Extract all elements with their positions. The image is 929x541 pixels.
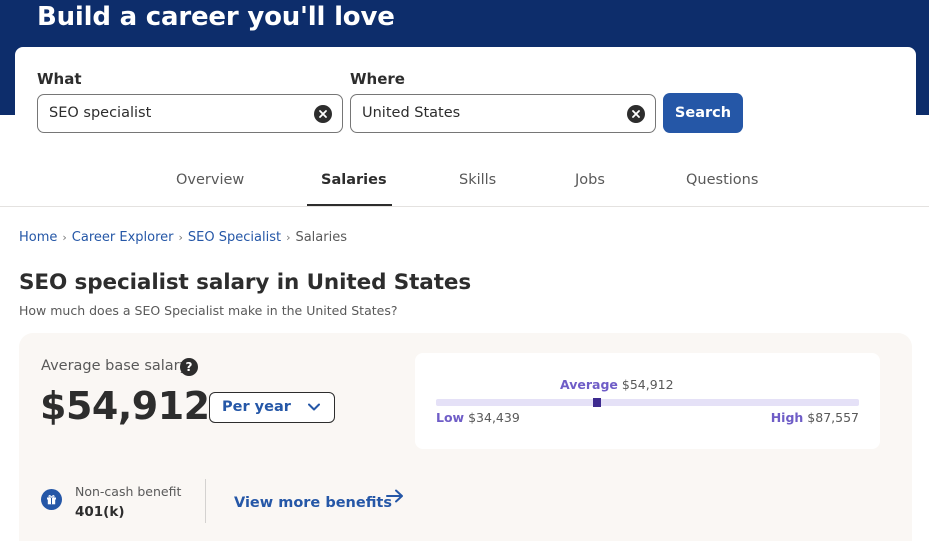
range-high-label: High $87,557 bbox=[771, 410, 859, 425]
what-label: What bbox=[37, 70, 82, 88]
breadcrumb-seo-specialist[interactable]: SEO Specialist bbox=[188, 230, 281, 245]
gift-icon bbox=[41, 489, 62, 510]
range-average-title: Average bbox=[560, 377, 618, 392]
breadcrumb-current: Salaries bbox=[295, 230, 347, 245]
salary-range-track bbox=[436, 398, 859, 407]
question-circle-icon[interactable]: ? bbox=[180, 358, 198, 376]
search-button[interactable]: Search bbox=[663, 93, 743, 133]
salary-panel: Average base salary ? $54,912 Per year A… bbox=[19, 333, 912, 541]
what-input[interactable]: SEO specialist bbox=[37, 94, 343, 133]
page-subtitle: How much does a SEO Specialist make in t… bbox=[19, 303, 398, 318]
tab-bar: Overview Salaries Skills Jobs Questions bbox=[0, 160, 929, 207]
where-input-value: United States bbox=[362, 105, 461, 121]
range-average-label: Average $54,912 bbox=[560, 377, 674, 392]
active-tab-indicator bbox=[307, 204, 392, 206]
range-low-title: Low bbox=[436, 410, 465, 425]
range-average-amount: $54,912 bbox=[621, 377, 674, 392]
tab-overview[interactable]: Overview bbox=[176, 172, 244, 188]
range-high-amount: $87,557 bbox=[807, 410, 859, 425]
range-low-label: Low $34,439 bbox=[436, 410, 520, 425]
range-high-title: High bbox=[770, 410, 804, 425]
breadcrumb: Home › Career Explorer › SEO Specialist › Sala… bbox=[19, 230, 347, 245]
breadcrumb-separator-icon: › bbox=[62, 231, 67, 244]
pay-period-value: Per year bbox=[222, 399, 291, 415]
view-more-benefits-link[interactable]: View more benefits bbox=[234, 495, 392, 511]
tab-jobs[interactable]: Jobs bbox=[575, 172, 605, 188]
breadcrumb-home[interactable]: Home bbox=[19, 230, 57, 245]
what-input-value: SEO specialist bbox=[49, 105, 152, 121]
clear-what-icon[interactable] bbox=[314, 105, 332, 123]
average-salary-value: $54,912 bbox=[40, 384, 210, 428]
breadcrumb-separator-icon: › bbox=[286, 231, 291, 244]
tab-skills[interactable]: Skills bbox=[459, 172, 496, 188]
range-low-amount: $34,439 bbox=[468, 410, 520, 425]
chevron-down-icon bbox=[308, 403, 320, 411]
hero-title: Build a career you'll love bbox=[37, 2, 395, 32]
average-marker bbox=[592, 398, 601, 407]
benefit-divider bbox=[205, 479, 206, 523]
benefit-value: 401(k) bbox=[75, 504, 125, 520]
benefit-label: Non-cash benefit bbox=[75, 484, 182, 499]
where-input[interactable]: United States bbox=[350, 94, 656, 133]
clear-where-icon[interactable] bbox=[627, 105, 645, 123]
average-salary-label: Average base salary bbox=[41, 358, 189, 374]
pay-period-select[interactable]: Per year bbox=[209, 392, 335, 423]
salary-range-card: Average $54,912 Low $34,439 High $87,557 bbox=[415, 353, 880, 449]
tab-questions[interactable]: Questions bbox=[686, 172, 758, 188]
breadcrumb-separator-icon: › bbox=[178, 231, 183, 244]
where-label: Where bbox=[350, 70, 405, 88]
breadcrumb-career-explorer[interactable]: Career Explorer bbox=[72, 230, 174, 245]
arrow-right-icon[interactable] bbox=[386, 489, 404, 503]
tab-salaries[interactable]: Salaries bbox=[321, 172, 387, 188]
page-title: SEO specialist salary in United States bbox=[19, 270, 472, 295]
search-card: What SEO specialist Where United States … bbox=[15, 47, 916, 145]
